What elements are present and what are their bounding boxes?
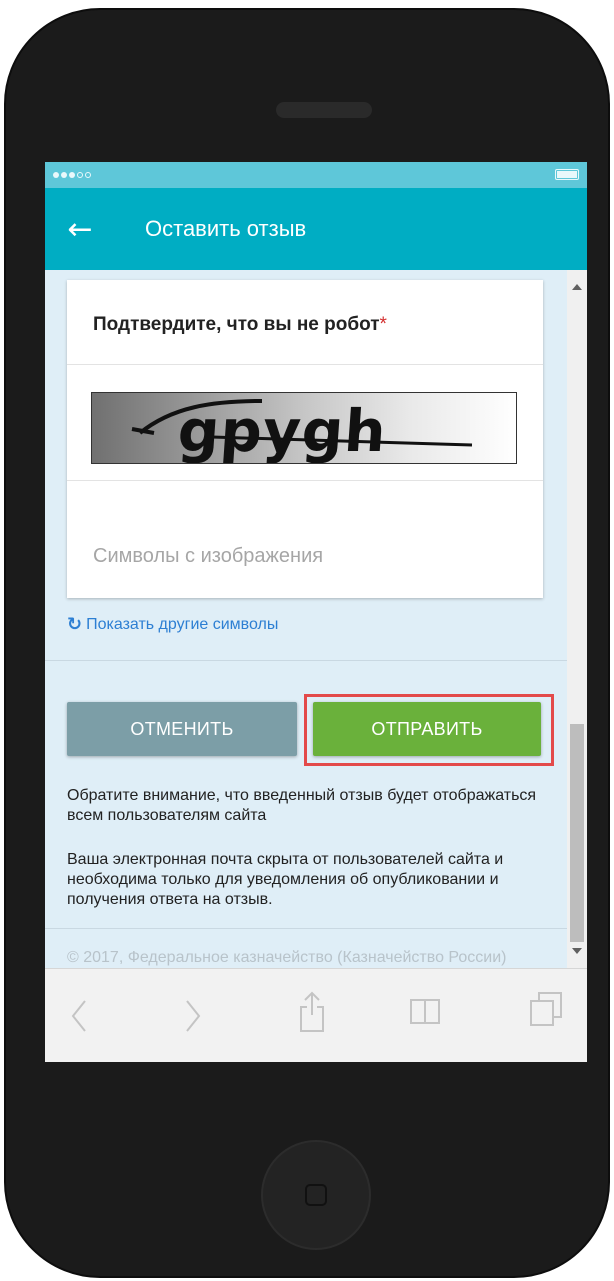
card-divider <box>67 364 543 365</box>
battery-icon <box>555 169 579 180</box>
refresh-icon: ↻ <box>67 614 83 635</box>
forward-icon[interactable] <box>183 999 203 1033</box>
captcha-card: Подтвердите, что вы не робот* gpygh <box>67 280 543 598</box>
home-button[interactable] <box>261 1140 371 1250</box>
email-note: Ваша электронная почта скрыта от пользов… <box>67 851 504 908</box>
captcha-text: gpygh <box>175 397 390 464</box>
page-title: Оставить отзыв <box>145 216 307 241</box>
visibility-note: Обратите внимание, что введенный отзыв б… <box>67 787 537 824</box>
phone-screen: ← Оставить отзыв Подтвердите, что вы не … <box>45 162 587 1062</box>
required-mark: * <box>379 314 387 335</box>
bookmarks-icon[interactable] <box>409 997 441 1025</box>
browser-toolbar <box>45 968 587 1062</box>
captcha-input[interactable] <box>93 540 523 572</box>
share-icon[interactable] <box>299 991 325 1033</box>
app-bar: ← Оставить отзыв <box>45 188 587 270</box>
captcha-image: gpygh <box>91 392 517 464</box>
tabs-icon[interactable] <box>529 991 563 1027</box>
scroll-down-icon[interactable] <box>572 948 582 954</box>
refresh-captcha-link[interactable]: ↻ Показать другие символы <box>67 614 278 635</box>
copyright-footer: © 2017, Федеральное казначейство (Казнач… <box>67 949 507 966</box>
captcha-title: Подтвердите, что вы не робот* <box>93 314 387 335</box>
scrollbar[interactable] <box>567 270 587 968</box>
divider <box>45 928 567 929</box>
status-bar <box>45 162 587 188</box>
home-icon <box>305 1184 327 1206</box>
scrollbar-thumb[interactable] <box>570 724 584 942</box>
back-icon[interactable] <box>69 999 89 1033</box>
cancel-button[interactable]: ОТМЕНИТЬ <box>67 702 297 756</box>
scroll-up-icon[interactable] <box>572 284 582 290</box>
submit-button[interactable]: ОТПРАВИТЬ <box>313 702 541 756</box>
phone-speaker <box>276 102 372 118</box>
signal-icon <box>53 172 91 178</box>
back-arrow-icon[interactable]: ← <box>45 188 115 270</box>
divider <box>45 660 567 661</box>
feedback-form: Подтвердите, что вы не робот* gpygh ↻ По… <box>45 270 567 968</box>
card-divider <box>67 480 543 481</box>
